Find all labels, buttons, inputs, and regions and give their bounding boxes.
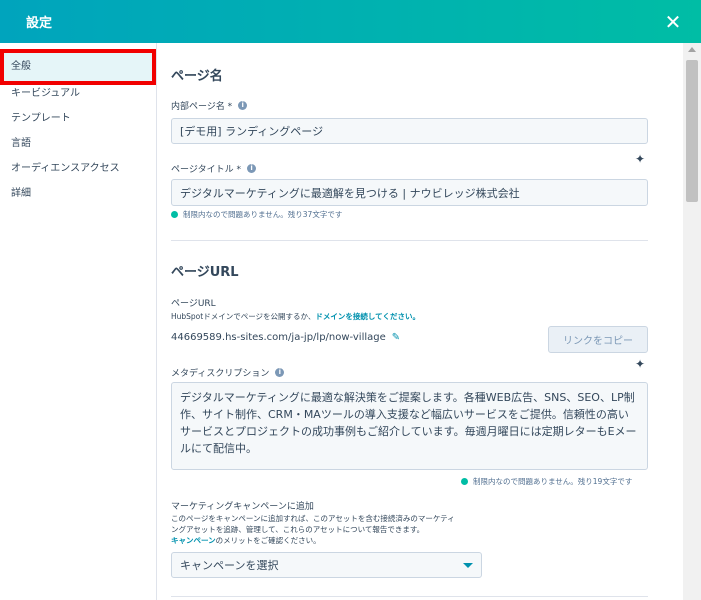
section-divider bbox=[171, 240, 648, 241]
success-dot-icon bbox=[171, 211, 178, 218]
page-url-text: 44669589.hs-sites.com/ja-jp/lp/now-villa… bbox=[171, 332, 386, 343]
edit-pencil-icon[interactable]: ✎ bbox=[392, 332, 400, 343]
campaign-description: このページをキャンペーンに追加すれば、このアセットを含む接続済みのマーケティ ン… bbox=[171, 513, 571, 546]
page-title-label-text: ページタイトル * bbox=[171, 165, 242, 175]
info-icon[interactable]: i bbox=[275, 368, 285, 377]
ai-sparkle-icon[interactable]: ✦ bbox=[635, 152, 645, 166]
internal-page-name-label-text: 内部ページ名 * bbox=[171, 102, 233, 112]
meta-description-label-text: メタディスクリプション bbox=[171, 369, 270, 379]
close-icon[interactable]: ✕ bbox=[663, 12, 683, 32]
sidebar-item-key-visual[interactable]: キービジュアル bbox=[0, 81, 156, 106]
settings-sidebar: 全般 キービジュアル テンプレート 言語 オーディエンスアクセス 詳細 bbox=[0, 43, 157, 600]
chevron-down-icon bbox=[463, 562, 473, 568]
section-title-page-name: ページ名 bbox=[171, 69, 223, 84]
sidebar-item-language[interactable]: 言語 bbox=[0, 131, 156, 156]
campaign-description-line-1: このページをキャンペーンに追加すれば、このアセットを含む接続済みのマーケティ bbox=[171, 514, 455, 523]
page-url-value: 44669589.hs-sites.com/ja-jp/lp/now-villa… bbox=[171, 332, 400, 343]
page-title-hint: 制限内なので問題ありません。残り37文字です bbox=[171, 209, 342, 220]
sidebar-item-general[interactable]: 全般 bbox=[0, 49, 156, 85]
meta-description-hint-text: 制限内なので問題ありません。残り19文字です bbox=[473, 477, 633, 486]
page-url-description: HubSpotドメインでページを公開するか、ドメインを接続してください。 bbox=[171, 311, 420, 322]
campaign-select-value: キャンペーンを選択 bbox=[180, 559, 279, 572]
meta-description-label: メタディスクリプション i bbox=[171, 366, 285, 379]
sidebar-item-template[interactable]: テンプレート bbox=[0, 106, 156, 131]
page-title-input[interactable]: デジタルマーケティングに最適解を見つける | ナウビレッジ株式会社 bbox=[171, 179, 648, 206]
sidebar-item-advanced[interactable]: 詳細 bbox=[0, 181, 156, 206]
campaign-label: マーケティングキャンペーンに追加 bbox=[171, 502, 314, 512]
page-url-description-text: HubSpotドメインでページを公開するか、 bbox=[171, 312, 316, 321]
meta-description-hint: 制限内なので問題ありません。残り19文字です bbox=[461, 476, 632, 487]
internal-page-name-label: 内部ページ名 * i bbox=[171, 99, 248, 112]
header-title: 設定 bbox=[26, 16, 53, 31]
settings-content: ページ名 内部ページ名 * i [デモ用] ランディングページ ページタイトル … bbox=[157, 43, 683, 600]
campaign-link[interactable]: キャンペーン bbox=[171, 536, 216, 545]
campaign-description-line-2: ングアセットを追跡、管理して、これらのアセットについて報告できます。 bbox=[171, 525, 425, 534]
info-icon[interactable]: i bbox=[247, 164, 257, 173]
connect-domain-link[interactable]: ドメインを接続してください。 bbox=[315, 312, 420, 321]
ai-sparkle-icon[interactable]: ✦ bbox=[635, 357, 645, 371]
section-divider bbox=[171, 596, 648, 597]
copy-link-button[interactable]: リンクをコピー bbox=[548, 326, 648, 353]
meta-description-textarea[interactable]: デジタルマーケティングに最適な解決策をご提案します。各種WEB広告、SNS、SE… bbox=[171, 382, 648, 470]
sidebar-item-audience-access[interactable]: オーディエンスアクセス bbox=[0, 156, 156, 181]
campaign-description-suffix: のメリットをご確認ください。 bbox=[215, 536, 321, 545]
page-title-hint-text: 制限内なので問題ありません。残り37文字です bbox=[183, 210, 343, 219]
content-scrollbar[interactable] bbox=[683, 43, 701, 600]
page-url-label: ページURL bbox=[171, 299, 216, 309]
internal-page-name-input[interactable]: [デモ用] ランディングページ bbox=[171, 118, 648, 144]
section-title-page-url: ページURL bbox=[171, 265, 239, 280]
scroll-up-arrow-icon[interactable] bbox=[688, 47, 696, 52]
info-icon[interactable]: i bbox=[238, 101, 248, 110]
campaign-select[interactable]: キャンペーンを選択 bbox=[171, 552, 482, 578]
settings-header: 設定 ✕ bbox=[0, 0, 701, 43]
page-title-label: ページタイトル * i bbox=[171, 162, 257, 175]
scrollbar-thumb[interactable] bbox=[686, 60, 698, 202]
success-dot-icon bbox=[461, 478, 468, 485]
